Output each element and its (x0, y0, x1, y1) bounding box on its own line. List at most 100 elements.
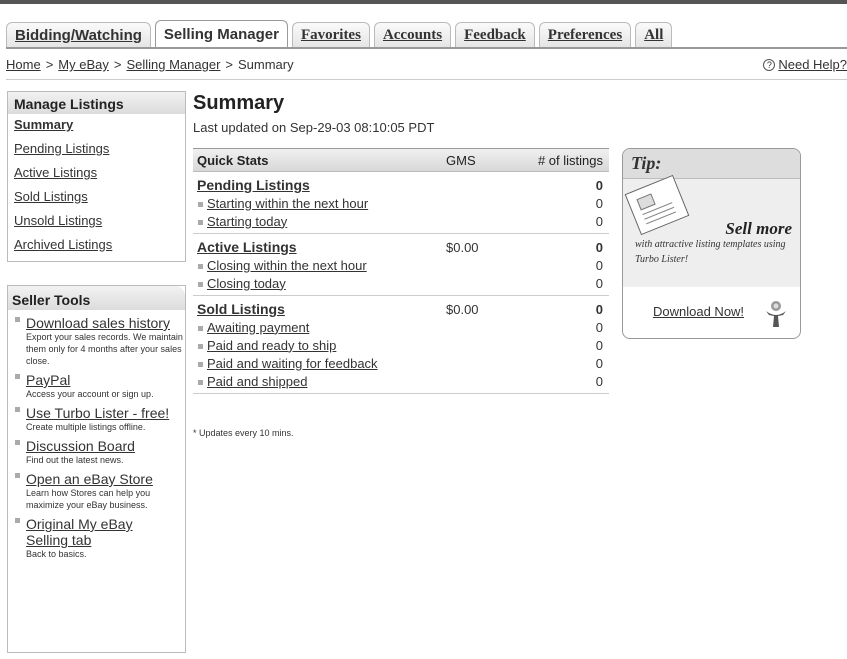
manage-listings-title: Manage Listings (8, 92, 185, 114)
count-value: 0 (595, 355, 603, 371)
breadcrumb-separator: > (45, 57, 54, 72)
breadcrumb-separator: > (113, 57, 122, 72)
tab-bar: Bidding/Watching Selling Manager Favorit… (6, 20, 676, 48)
closing-next-hour-link[interactable]: Closing within the next hour (193, 258, 446, 273)
tool-description: Back to basics. (26, 549, 87, 559)
need-help-label[interactable]: Need Help? (778, 57, 847, 72)
tool-description: Learn how Stores can help you maximize y… (26, 488, 151, 510)
active-listings-link[interactable]: Active Listings (193, 239, 446, 255)
table-row: Starting within the next hour 0 (193, 194, 609, 212)
starting-next-hour-link[interactable]: Starting within the next hour (193, 196, 446, 211)
sidebar-item-active-listings[interactable]: Active Listings (8, 162, 185, 186)
count-value: 0 (595, 337, 603, 353)
tab-feedback[interactable]: Feedback (455, 22, 535, 48)
breadcrumb-separator: > (225, 57, 233, 72)
tool-description: Find out the latest news. (26, 455, 124, 465)
seller-tools-title: Seller Tools (8, 286, 185, 310)
sidebar-item-sold-listings[interactable]: Sold Listings (8, 186, 185, 210)
manage-listings-panel: Manage Listings Summary Pending Listings… (7, 91, 186, 262)
count-value: 0 (595, 319, 603, 335)
pending-section: Pending Listings 0 Starting within the n… (193, 172, 609, 234)
tab-underline (6, 47, 847, 49)
header-quick-stats: Quick Stats (197, 152, 269, 168)
table-row: Sold Listings $0.00 0 (193, 300, 609, 318)
pending-listings-link[interactable]: Pending Listings (193, 177, 446, 193)
paid-shipped-link[interactable]: Paid and shipped (193, 374, 446, 389)
quick-stats-table: Quick Stats GMS # of listings Pending Li… (193, 148, 609, 394)
tool-discussion-board: Discussion Board Find out the latest new… (8, 438, 185, 466)
count-value: 0 (595, 239, 603, 255)
tip-banner[interactable]: Sell more with attractive listing templa… (623, 174, 800, 287)
header-listings-count: # of listings (537, 152, 603, 168)
count-value: 0 (595, 177, 603, 193)
table-row: Closing today 0 (193, 274, 609, 292)
gms-value: $0.00 (446, 301, 479, 317)
sidebar-item-unsold-listings[interactable]: Unsold Listings (8, 210, 185, 234)
tab-selling-manager[interactable]: Selling Manager (154, 20, 288, 48)
last-updated-text: Last updated on Sep-29-03 08:10:05 PDT (193, 120, 435, 135)
listing-paper-icon (624, 174, 690, 236)
help-icon: ? (763, 58, 776, 71)
turbo-lister-mascot-icon (766, 301, 786, 327)
table-row: Active Listings $0.00 0 (193, 238, 609, 256)
download-now-link[interactable]: Download Now! (653, 304, 744, 319)
tab-favorites[interactable]: Favorites (291, 22, 370, 48)
tool-original-selling-tab: Original My eBay Selling tab Back to bas… (8, 516, 185, 560)
bullet-icon (15, 473, 20, 478)
gms-value: $0.00 (446, 239, 479, 255)
table-row: Paid and ready to ship 0 (193, 336, 609, 354)
count-value: 0 (595, 213, 603, 229)
need-help-link[interactable]: ? Need Help? (763, 57, 847, 72)
closing-today-link[interactable]: Closing today (193, 276, 446, 291)
tool-link[interactable]: Open an eBay Store (26, 471, 185, 487)
breadcrumb-selling-manager[interactable]: Selling Manager (126, 57, 220, 72)
tool-description: Create multiple listings offline. (26, 422, 146, 432)
count-value: 0 (595, 257, 603, 273)
count-value: 0 (595, 275, 603, 291)
tip-box: Tip: Sell more with attractive listing t… (622, 148, 801, 339)
table-row: Starting today 0 (193, 212, 609, 230)
tool-ebay-store: Open an eBay Store Learn how Stores can … (8, 471, 185, 511)
table-row: Paid and shipped 0 (193, 372, 609, 390)
tab-all[interactable]: All (635, 22, 673, 48)
tool-link[interactable]: PayPal (26, 372, 185, 388)
seller-tools-panel: Seller Tools Download sales history Expo… (7, 285, 186, 653)
tool-link[interactable]: Use Turbo Lister - free! (26, 405, 185, 421)
bullet-icon (15, 407, 20, 412)
tip-headline: Sell more (725, 219, 792, 238)
sidebar-item-archived-listings[interactable]: Archived Listings (8, 234, 185, 258)
sidebar-item-summary[interactable]: Summary (8, 114, 185, 138)
tool-description: Access your account or sign up. (26, 389, 154, 399)
paid-waiting-feedback-link[interactable]: Paid and waiting for feedback (193, 356, 446, 371)
tab-preferences[interactable]: Preferences (538, 22, 632, 48)
divider (6, 79, 847, 80)
paid-ready-to-ship-link[interactable]: Paid and ready to ship (193, 338, 446, 353)
tab-bidding-watching[interactable]: Bidding/Watching (6, 22, 151, 48)
update-note: * Updates every 10 mins. (193, 428, 294, 438)
breadcrumb-current: Summary (238, 57, 294, 72)
bullet-icon (15, 374, 20, 379)
tip-title: Tip: (623, 149, 800, 179)
tool-link[interactable]: Download sales history (26, 315, 185, 331)
table-row: Closing within the next hour 0 (193, 256, 609, 274)
awaiting-payment-link[interactable]: Awaiting payment (193, 320, 446, 335)
tool-paypal: PayPal Access your account or sign up. (8, 372, 185, 400)
count-value: 0 (595, 301, 603, 317)
breadcrumb-home[interactable]: Home (6, 57, 41, 72)
tip-text: with attractive listing templates using … (635, 239, 786, 265)
active-section: Active Listings $0.00 0 Closing within t… (193, 234, 609, 296)
page-title: Summary (193, 92, 285, 114)
table-row: Pending Listings 0 (193, 176, 609, 194)
sidebar-item-pending-listings[interactable]: Pending Listings (8, 138, 185, 162)
tool-link[interactable]: Discussion Board (26, 438, 185, 454)
tab-accounts[interactable]: Accounts (373, 22, 452, 48)
breadcrumb-my-ebay[interactable]: My eBay (58, 57, 109, 72)
tool-link[interactable]: Original My eBay Selling tab (26, 516, 146, 548)
table-header: Quick Stats GMS # of listings (193, 148, 609, 172)
header-gms: GMS (446, 152, 476, 168)
sold-listings-link[interactable]: Sold Listings (193, 301, 446, 317)
count-value: 0 (595, 373, 603, 389)
bullet-icon (15, 317, 20, 322)
tool-turbo-lister: Use Turbo Lister - free! Create multiple… (8, 405, 185, 433)
starting-today-link[interactable]: Starting today (193, 214, 446, 229)
